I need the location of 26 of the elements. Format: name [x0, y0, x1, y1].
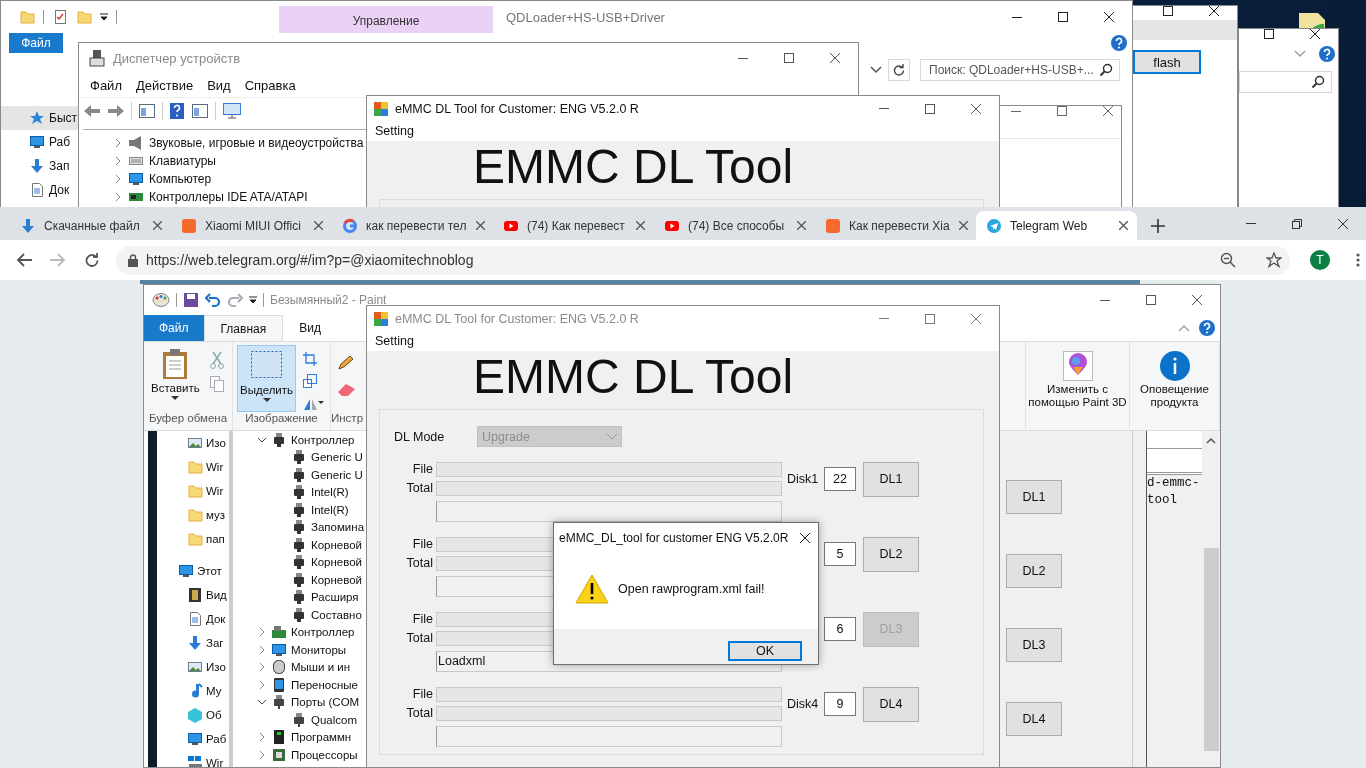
dialog-message: Open rawprogram.xml fail! — [618, 582, 765, 596]
window-title: QDLoader+HS-USB+Driver — [506, 9, 665, 25]
group-label: Инстр — [331, 412, 365, 426]
url-text: https://web.telegram.org/#/im?p=@xiaomitechnoblog — [146, 252, 475, 268]
app-heading: EMMC DL Tool — [473, 141, 794, 193]
group-label: Буфер обмена — [147, 412, 229, 426]
disk-label: Disk4 — [787, 697, 820, 711]
field-label: File — [411, 462, 433, 477]
group-label: Изображение — [244, 412, 319, 426]
dialog-title: eMMC_DL_tool for customer ENG V5.2.0R — [559, 531, 789, 545]
disk-label: Disk1 — [787, 472, 820, 486]
window-title: Диспетчер устройств — [113, 50, 241, 66]
field-label: Total — [405, 556, 433, 571]
window-title: Безымянный2 - Paint — [270, 293, 387, 307]
field-label: File — [411, 687, 433, 702]
log-text: d-emmc- — [1147, 475, 1201, 492]
window-title: eMMC DL Tool for Customer: ENG V5.2.0 R — [395, 311, 639, 326]
field-label: Total — [405, 706, 433, 721]
window-title: eMMC DL Tool for Customer: ENG V5.2.0 R — [395, 101, 639, 116]
field-label: Total — [405, 481, 433, 496]
app-heading: EMMC DL Tool — [473, 351, 794, 403]
field-label: File — [411, 612, 433, 627]
field-label: Total — [405, 631, 433, 646]
field-label: DL Mode — [393, 429, 446, 444]
log-text: tool — [1147, 492, 1178, 509]
field-label: File — [411, 537, 433, 552]
